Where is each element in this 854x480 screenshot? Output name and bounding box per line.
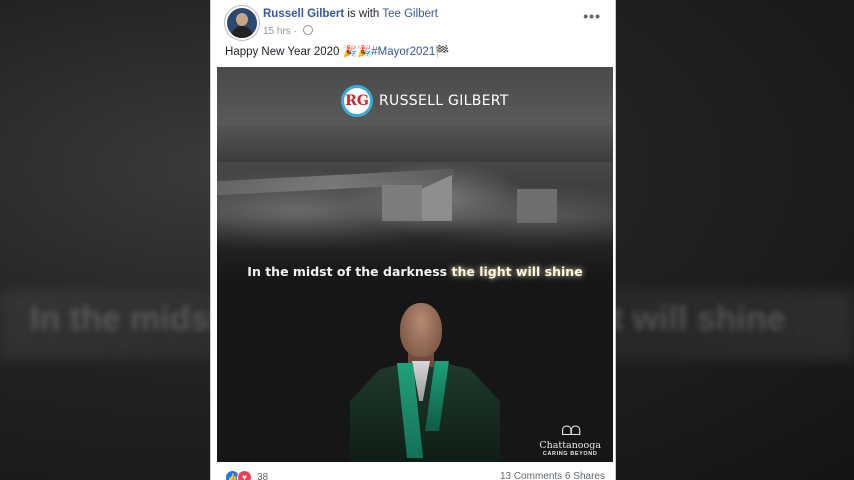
image-hills [217, 125, 613, 165]
tagline-part-a: In the midst of the darkness [247, 264, 452, 279]
image-fade [217, 217, 613, 307]
logo-emblem: RG [341, 85, 373, 117]
with-text: is with [347, 8, 380, 20]
figure-head [400, 303, 442, 357]
comments-link[interactable]: 13 Comments [500, 471, 562, 480]
portrait-figure [350, 299, 500, 462]
globe-icon [302, 25, 313, 35]
campaign-logo: RG RUSSELL GILBERT [341, 83, 509, 119]
post-timestamp[interactable]: 15 hrs [263, 26, 291, 37]
post-message: Happy New Year 2020 🎉🎉 [225, 46, 372, 58]
chattanooga-name: Chattanooga [539, 440, 601, 451]
reaction-count: 38 [257, 472, 269, 480]
chattanooga-mark-icon: ᗝᗝ [561, 423, 581, 438]
post-image[interactable]: RG RUSSELL GILBERT In the midst of the d… [217, 67, 613, 462]
shares-link[interactable]: 6 Shares [565, 471, 605, 480]
love-reaction-icon: ♥ [237, 470, 252, 480]
post-header: Russell Gilbert is with Tee Gilbert 15 h… [225, 6, 607, 40]
post-footer: 👍 ♥ 38 13 Comments 6 Shares [225, 468, 605, 480]
tagline-part-b: the light will shine [451, 264, 583, 279]
hashtag-link[interactable]: #Mayor2021🏁 [371, 46, 449, 58]
post-meta: 15 hrs · [263, 25, 313, 37]
author-avatar[interactable] [225, 6, 259, 40]
engagement-stats: 13 Comments 6 Shares [500, 471, 605, 480]
post-text: Happy New Year 2020 🎉🎉#Mayor2021🏁 [225, 44, 450, 58]
chattanooga-logo: ᗝᗝ Chattanooga CARING BEYOND [539, 423, 601, 457]
image-tagline: In the midst of the darkness the light w… [217, 264, 613, 279]
chattanooga-subtitle: CARING BEYOND [542, 451, 598, 457]
author-name[interactable]: Russell Gilbert [263, 8, 344, 20]
facebook-post-card: Russell Gilbert is with Tee Gilbert 15 h… [210, 0, 616, 480]
tagged-user[interactable]: Tee Gilbert [382, 8, 438, 20]
image-building [382, 185, 422, 221]
reactions[interactable]: 👍 ♥ 38 [225, 470, 268, 480]
author-line: Russell Gilbert is with Tee Gilbert [263, 8, 438, 20]
more-options-icon[interactable]: ••• [583, 8, 601, 24]
logo-name: RUSSELL GILBERT [379, 93, 509, 109]
